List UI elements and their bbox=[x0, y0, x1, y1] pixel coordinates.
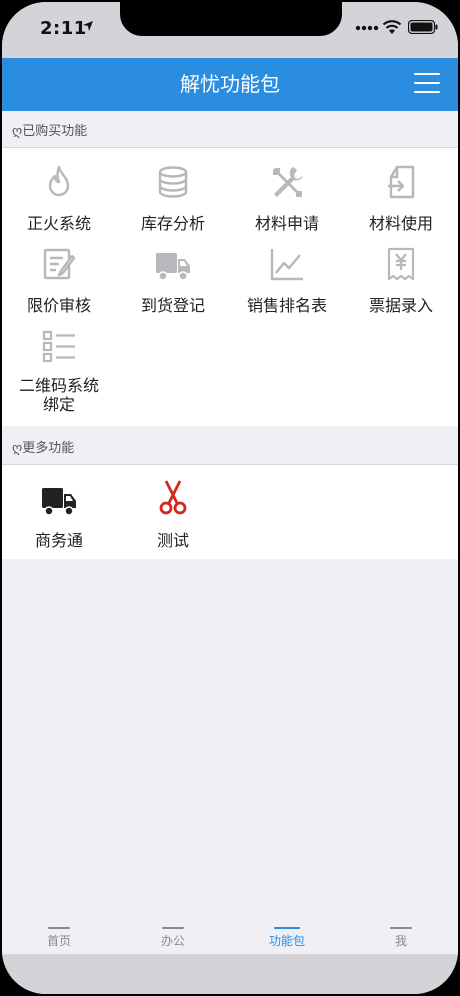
line-chart-icon bbox=[270, 249, 303, 281]
tab-label: 功能包 bbox=[268, 934, 305, 948]
feature-label: 票据录入 bbox=[368, 296, 433, 315]
home-indicator-area bbox=[2, 954, 458, 994]
tab-label: 首页 bbox=[46, 934, 71, 948]
tab-label: 办公 bbox=[160, 934, 185, 948]
section-title: 更多功能 bbox=[22, 441, 75, 456]
more-section-header: ღ更多功能 bbox=[2, 428, 458, 465]
hamburger-menu-icon[interactable] bbox=[414, 72, 442, 96]
edit-document-icon bbox=[43, 248, 76, 280]
feature-label: 二维码系统绑定 bbox=[18, 376, 99, 414]
status-time: 2:11 bbox=[40, 18, 87, 39]
more-grid: 商务通 测试 bbox=[2, 465, 458, 559]
purchased-section-header: ღ已购买功能 bbox=[2, 111, 458, 148]
tab-function-pack[interactable]: 功能包 bbox=[230, 914, 344, 958]
tab-office[interactable]: 办公 bbox=[116, 914, 230, 958]
navigation-bar: 解忧功能包 bbox=[2, 58, 458, 111]
tab-indicator bbox=[162, 927, 184, 929]
feature-item-inventory-analysis[interactable]: 库存分析 bbox=[116, 148, 230, 242]
feature-label: 材料使用 bbox=[368, 214, 433, 233]
feature-label: 测试 bbox=[156, 531, 189, 550]
document-import-icon bbox=[388, 165, 415, 199]
feature-label: 销售排名表 bbox=[246, 296, 327, 315]
feature-item-price-limit-review[interactable]: 限价审核 bbox=[2, 242, 116, 322]
feature-item-qr-binding[interactable]: 二维码系统绑定 bbox=[2, 322, 116, 426]
flame-icon bbox=[48, 165, 70, 197]
feature-label: 商务通 bbox=[34, 531, 83, 550]
status-bar: 2:11 bbox=[2, 2, 458, 58]
tab-indicator bbox=[274, 927, 300, 929]
list-icon bbox=[42, 330, 75, 363]
receipt-yen-icon bbox=[387, 247, 415, 281]
tab-indicator bbox=[390, 927, 412, 929]
scissors-icon bbox=[159, 480, 187, 515]
cellular-signal-icon bbox=[355, 25, 379, 31]
feature-item-material-usage[interactable]: 材料使用 bbox=[344, 148, 458, 242]
app-screen: 2:11 解忧功能包 ღ已购买功能 正火系统 库存分析 材料申请 材料使用 限价… bbox=[2, 2, 458, 994]
battery-icon bbox=[408, 20, 438, 34]
tools-icon bbox=[273, 167, 303, 197]
feature-item-normalizing[interactable]: 正火系统 bbox=[2, 148, 116, 242]
truck-icon bbox=[156, 253, 190, 281]
tab-label: 我 bbox=[394, 934, 407, 948]
database-icon bbox=[158, 166, 188, 198]
feature-label: 限价审核 bbox=[26, 296, 91, 315]
section-title: 已购买功能 bbox=[22, 124, 88, 139]
page-title: 解忧功能包 bbox=[180, 72, 280, 96]
section-symbol: ღ bbox=[12, 441, 23, 456]
feature-item-business[interactable]: 商务通 bbox=[2, 465, 116, 559]
wifi-icon bbox=[382, 20, 402, 34]
tab-me[interactable]: 我 bbox=[344, 914, 458, 958]
location-arrow-icon bbox=[83, 21, 93, 31]
tab-home[interactable]: 首页 bbox=[2, 914, 116, 958]
feature-label: 正火系统 bbox=[26, 214, 91, 233]
tab-indicator bbox=[48, 927, 70, 929]
feature-item-arrival-registration[interactable]: 到货登记 bbox=[116, 242, 230, 322]
feature-item-material-request[interactable]: 材料申请 bbox=[230, 148, 344, 242]
feature-label: 到货登记 bbox=[140, 296, 205, 315]
feature-item-sales-ranking[interactable]: 销售排名表 bbox=[230, 242, 344, 322]
feature-label: 材料申请 bbox=[254, 214, 319, 233]
section-symbol: ღ bbox=[12, 124, 23, 139]
feature-item-test[interactable]: 测试 bbox=[116, 465, 230, 559]
feature-label: 库存分析 bbox=[140, 214, 205, 233]
camera-notch bbox=[120, 2, 342, 36]
phone-frame: 2:11 解忧功能包 ღ已购买功能 正火系统 库存分析 材料申请 材料使用 限价… bbox=[0, 0, 460, 996]
purchased-grid: 正火系统 库存分析 材料申请 材料使用 限价审核 到货登记 销售排名表 票据录入… bbox=[2, 148, 458, 426]
feature-item-receipt-entry[interactable]: 票据录入 bbox=[344, 242, 458, 322]
truck-icon bbox=[42, 488, 76, 516]
